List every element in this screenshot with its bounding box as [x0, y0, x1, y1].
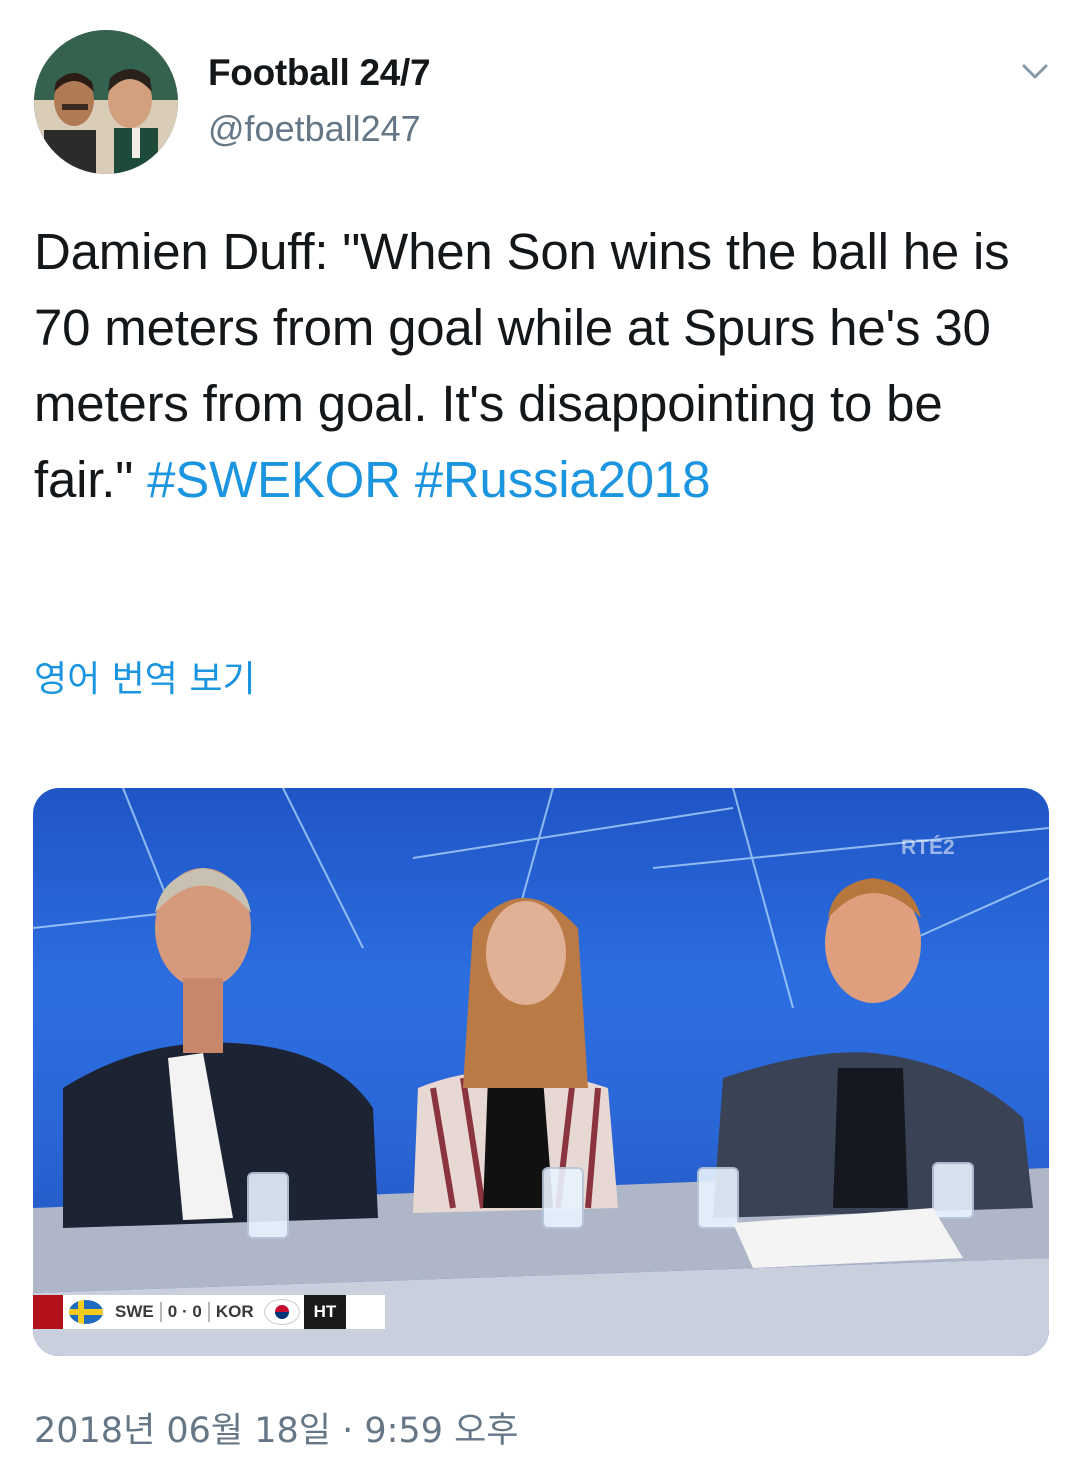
- studio-photo: [33, 788, 1049, 1356]
- match-period: HT: [303, 1295, 347, 1329]
- home-score: 0: [167, 1302, 178, 1321]
- away-team: KOR: [215, 1302, 254, 1321]
- score-separator: ·: [181, 1302, 188, 1321]
- scoreboard: SWE 0 · 0 KOR HT: [33, 1295, 385, 1329]
- hashtag-russia2018[interactable]: #Russia2018: [415, 451, 711, 508]
- home-team: SWE: [115, 1302, 154, 1321]
- score: 0 · 0: [159, 1302, 210, 1322]
- korea-flag-icon: [263, 1299, 300, 1325]
- author-name[interactable]: Football 24/7: [208, 52, 431, 94]
- hashtag-swekor[interactable]: #SWEKOR: [147, 451, 401, 508]
- sweden-flag-icon: [69, 1300, 103, 1324]
- chevron-down-icon[interactable]: [1018, 54, 1052, 88]
- tweet-timestamp[interactable]: 2018년 06월 18일 · 9:59 오후: [34, 1402, 519, 1453]
- profile-photo: [34, 30, 178, 174]
- tweet-text: Damien Duff: "When Son wins the ball he …: [34, 214, 1054, 518]
- tweet-media-image[interactable]: RTÉ2 SWE 0 · 0 KOR HT: [33, 788, 1049, 1356]
- translate-link[interactable]: 영어 번역 보기: [34, 650, 256, 702]
- scoreboard-accent: [33, 1295, 63, 1329]
- avatar[interactable]: [34, 30, 178, 174]
- away-score: 0: [192, 1302, 202, 1321]
- channel-watermark: RTÉ2: [901, 836, 955, 859]
- author-handle[interactable]: @foetball247: [208, 108, 421, 150]
